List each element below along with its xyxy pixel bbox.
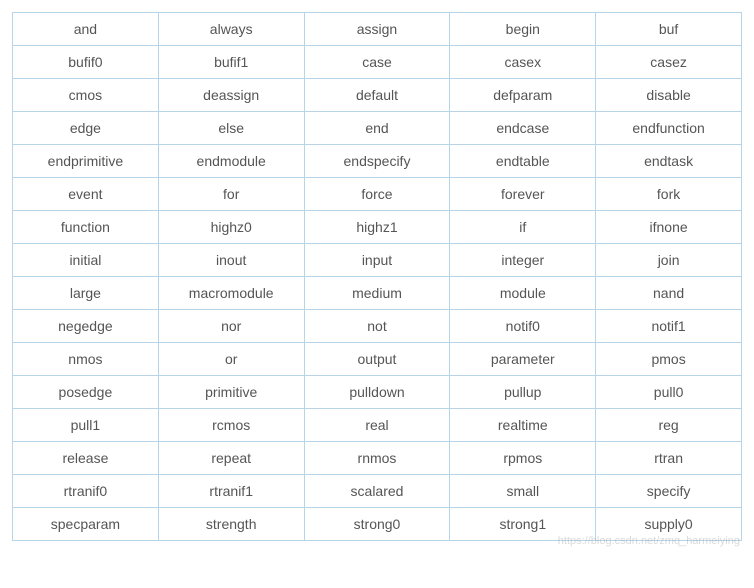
table-row: posedgeprimitivepulldownpulluppull0 — [13, 376, 742, 409]
table-cell: fork — [596, 178, 742, 211]
table-cell: bufif1 — [158, 46, 304, 79]
table-cell: macromodule — [158, 277, 304, 310]
table-cell: module — [450, 277, 596, 310]
table-cell: primitive — [158, 376, 304, 409]
table-cell: notif1 — [596, 310, 742, 343]
table-cell: or — [158, 343, 304, 376]
table-cell: buf — [596, 13, 742, 46]
table-cell: release — [13, 442, 159, 475]
table-row: functionhighz0highz1ififnone — [13, 211, 742, 244]
table-cell: small — [450, 475, 596, 508]
table-row: negedgenornotnotif0notif1 — [13, 310, 742, 343]
table-body: andalwaysassignbeginbufbufif0bufif1casec… — [13, 13, 742, 541]
table-cell: initial — [13, 244, 159, 277]
table-cell: strong0 — [304, 508, 450, 541]
table-cell: not — [304, 310, 450, 343]
table-cell: endprimitive — [13, 145, 159, 178]
table-cell: event — [13, 178, 159, 211]
table-cell: casez — [596, 46, 742, 79]
table-cell: output — [304, 343, 450, 376]
table-cell: highz1 — [304, 211, 450, 244]
table-cell: defparam — [450, 79, 596, 112]
table-cell: realtime — [450, 409, 596, 442]
table-cell: end — [304, 112, 450, 145]
table-cell: default — [304, 79, 450, 112]
table-cell: force — [304, 178, 450, 211]
table-cell: specparam — [13, 508, 159, 541]
table-row: pull1rcmosrealrealtimereg — [13, 409, 742, 442]
table-cell: disable — [596, 79, 742, 112]
table-cell: highz0 — [158, 211, 304, 244]
table-cell: endcase — [450, 112, 596, 145]
table-cell: rpmos — [450, 442, 596, 475]
table-cell: endtable — [450, 145, 596, 178]
table-cell: rtran — [596, 442, 742, 475]
table-cell: case — [304, 46, 450, 79]
table-cell: endtask — [596, 145, 742, 178]
table-cell: posedge — [13, 376, 159, 409]
table-cell: real — [304, 409, 450, 442]
table-cell: medium — [304, 277, 450, 310]
table-row: cmosdeassigndefaultdefparamdisable — [13, 79, 742, 112]
table-cell: else — [158, 112, 304, 145]
table-cell: notif0 — [450, 310, 596, 343]
table-cell: specify — [596, 475, 742, 508]
table-cell: edge — [13, 112, 159, 145]
table-cell: pull0 — [596, 376, 742, 409]
table-cell: cmos — [13, 79, 159, 112]
table-cell: nor — [158, 310, 304, 343]
table-cell: ifnone — [596, 211, 742, 244]
table-cell: reg — [596, 409, 742, 442]
table-cell: strength — [158, 508, 304, 541]
table-cell: inout — [158, 244, 304, 277]
table-row: initialinoutinputintegerjoin — [13, 244, 742, 277]
table-cell: if — [450, 211, 596, 244]
table-cell: begin — [450, 13, 596, 46]
table-row: edgeelseendendcaseendfunction — [13, 112, 742, 145]
table-row: largemacromodulemediummodulenand — [13, 277, 742, 310]
table-cell: bufif0 — [13, 46, 159, 79]
table-row: bufif0bufif1casecasexcasez — [13, 46, 742, 79]
table-cell: nand — [596, 277, 742, 310]
table-cell: endfunction — [596, 112, 742, 145]
table-row: rtranif0rtranif1scalaredsmallspecify — [13, 475, 742, 508]
table-cell: assign — [304, 13, 450, 46]
table-cell: nmos — [13, 343, 159, 376]
table-cell: endmodule — [158, 145, 304, 178]
table-cell: and — [13, 13, 159, 46]
table-row: nmosoroutputparameterpmos — [13, 343, 742, 376]
table-row: endprimitiveendmoduleendspecifyendtablee… — [13, 145, 742, 178]
table-cell: pmos — [596, 343, 742, 376]
table-cell: deassign — [158, 79, 304, 112]
table-cell: large — [13, 277, 159, 310]
table-row: releaserepeatrnmosrpmosrtran — [13, 442, 742, 475]
table-cell: pull1 — [13, 409, 159, 442]
table-cell: forever — [450, 178, 596, 211]
table-cell: rtranif1 — [158, 475, 304, 508]
table-cell: endspecify — [304, 145, 450, 178]
table-cell: function — [13, 211, 159, 244]
table-cell: pullup — [450, 376, 596, 409]
table-cell: scalared — [304, 475, 450, 508]
table-cell: strong1 — [450, 508, 596, 541]
table-row: specparamstrengthstrong0strong1supply0 — [13, 508, 742, 541]
table-cell: for — [158, 178, 304, 211]
table-cell: integer — [450, 244, 596, 277]
keywords-table: andalwaysassignbeginbufbufif0bufif1casec… — [12, 12, 742, 541]
table-cell: casex — [450, 46, 596, 79]
table-cell: rnmos — [304, 442, 450, 475]
table-cell: repeat — [158, 442, 304, 475]
table-cell: parameter — [450, 343, 596, 376]
table-cell: input — [304, 244, 450, 277]
table-cell: rcmos — [158, 409, 304, 442]
table-cell: pulldown — [304, 376, 450, 409]
table-cell: join — [596, 244, 742, 277]
table-cell: rtranif0 — [13, 475, 159, 508]
table-row: andalwaysassignbeginbuf — [13, 13, 742, 46]
table-cell: negedge — [13, 310, 159, 343]
table-cell: always — [158, 13, 304, 46]
table-cell: supply0 — [596, 508, 742, 541]
table-row: eventforforceforeverfork — [13, 178, 742, 211]
